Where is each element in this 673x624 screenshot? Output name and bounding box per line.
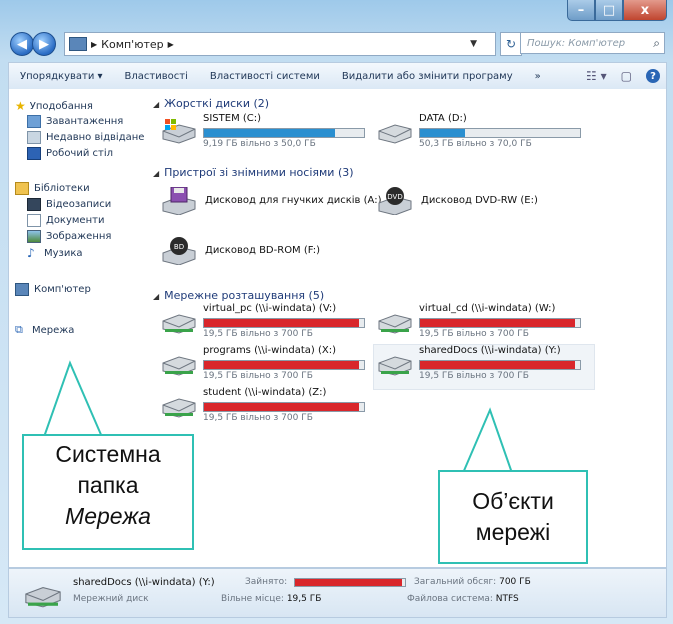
callout-text: Системна (55, 441, 161, 467)
callout-system-folder-network: Системна папка Мережа (22, 434, 194, 550)
callout-text: Мережа (65, 503, 151, 529)
callout-text: Об’єкти (472, 488, 554, 514)
callout-text: папка (77, 472, 139, 498)
callout-network-objects: Об’єкти мережі (438, 470, 588, 564)
callout-text: мережі (475, 519, 551, 545)
